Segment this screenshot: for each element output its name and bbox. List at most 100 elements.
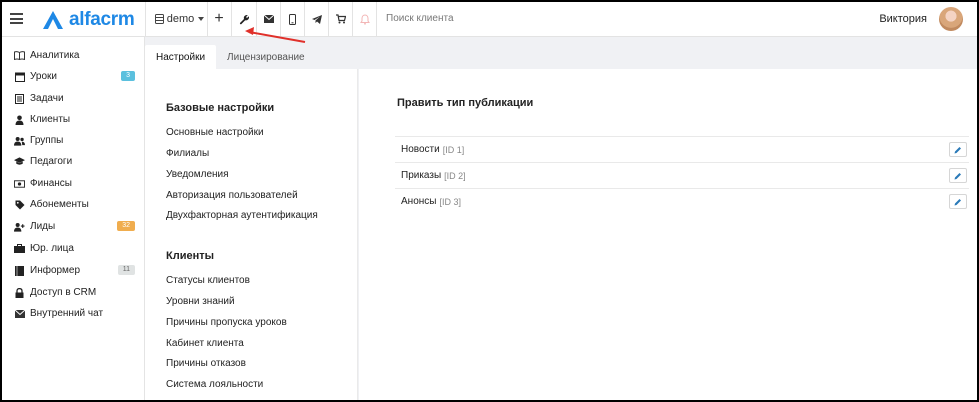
link-loyalty-system[interactable]: Система лояльности: [166, 379, 263, 390]
menu-icon[interactable]: [10, 13, 23, 24]
branch-name: demo: [166, 13, 195, 25]
link-two-factor-auth[interactable]: Двухфакторная аутентификация: [166, 210, 318, 221]
settings-button[interactable]: [232, 2, 256, 36]
sidebar-item-teachers[interactable]: Педагоги: [2, 151, 145, 172]
sidebar-item-informer[interactable]: Информер 11: [2, 260, 145, 281]
notifications-button[interactable]: [353, 2, 376, 36]
sidebar-item-label: Доступ в CRM: [30, 287, 97, 298]
briefcase-icon: [14, 243, 25, 254]
main-content: Настройки Лицензирование Базовые настрой…: [145, 37, 977, 400]
sidebar-item-label: Аналитика: [30, 50, 80, 61]
tab-settings[interactable]: Настройки: [145, 45, 217, 69]
tab-licensing[interactable]: Лицензирование: [216, 45, 316, 69]
sidebar-item-label: Уроки: [30, 71, 57, 82]
alfa-logo-icon: [43, 11, 63, 29]
link-client-statuses[interactable]: Статусы клиентов: [166, 275, 250, 286]
top-bar: alfacrm demo + Поиск клиента Виктория: [2, 2, 977, 37]
sidebar-item-label: Задачи: [30, 93, 64, 104]
telegram-button[interactable]: [305, 2, 328, 36]
pencil-icon: [954, 198, 961, 205]
settings-menu: Базовые настройки Основные настройки Фил…: [145, 69, 358, 400]
link-knowledge-levels[interactable]: Уровни знаний: [166, 296, 235, 307]
sidebar-item-legal-entities[interactable]: Юр. лица: [2, 238, 145, 259]
sms-button[interactable]: [281, 2, 304, 36]
sidebar-item-label: Информер: [30, 265, 81, 276]
sidebar-item-label: Клиенты: [30, 114, 71, 125]
client-search-input[interactable]: Поиск клиента: [386, 13, 454, 24]
sidebar-item-lessons[interactable]: Уроки 3: [2, 66, 145, 87]
edit-button[interactable]: [949, 142, 967, 157]
sidebar-item-label: Лиды: [30, 221, 56, 232]
link-general-settings[interactable]: Основные настройки: [166, 127, 264, 138]
sidebar-item-label: Внутренний чат: [30, 308, 104, 319]
sidebar-item-groups[interactable]: Группы: [2, 130, 145, 151]
edit-button[interactable]: [949, 168, 967, 183]
pencil-icon: [954, 172, 961, 179]
divider: [376, 2, 377, 36]
cart-button[interactable]: [329, 2, 352, 36]
sidebar-item-label: Группы: [30, 135, 64, 146]
divider: [145, 2, 146, 36]
settings-tabs: Настройки Лицензирование: [145, 45, 316, 69]
link-notifications[interactable]: Уведомления: [166, 169, 229, 180]
publication-type-name: Приказы: [401, 170, 442, 181]
app-window: alfacrm demo + Поиск клиента Виктория Ан…: [0, 0, 979, 402]
bell-icon: [359, 13, 370, 25]
users-icon: [14, 135, 25, 146]
editor-title: Править тип публикации: [397, 97, 534, 109]
add-button[interactable]: +: [208, 2, 230, 36]
envelope-icon: [14, 308, 25, 319]
sidebar-item-subscriptions[interactable]: Абонементы: [2, 194, 145, 215]
envelope-icon: [263, 15, 274, 23]
base-settings-heading: Базовые настройки: [166, 102, 275, 114]
table-row: Приказы [ID 2]: [395, 162, 969, 188]
link-absence-reasons[interactable]: Причины пропуска уроков: [166, 317, 287, 328]
book-icon: [14, 50, 25, 61]
sidebar-item-crm-access[interactable]: Доступ в CRM: [2, 282, 145, 303]
clients-heading: Клиенты: [166, 250, 215, 262]
sidebar-item-internal-chat[interactable]: Внутренний чат: [2, 303, 145, 324]
table-row: Новости [ID 1]: [395, 136, 969, 162]
pencil-icon: [954, 146, 961, 153]
telegram-icon: [311, 14, 322, 24]
sidebar-item-label: Абонементы: [30, 199, 89, 210]
sidebar-item-label: Педагоги: [30, 156, 73, 167]
publication-type-editor: Править тип публикации Новости [ID 1] Пр…: [359, 69, 977, 400]
mobile-icon: [289, 13, 296, 25]
edit-button[interactable]: [949, 194, 967, 209]
sidebar-item-finance[interactable]: Финансы: [2, 173, 145, 194]
calendar-icon: [14, 71, 25, 82]
publication-type-name: Анонсы: [401, 196, 437, 207]
branch-dropdown[interactable]: demo: [152, 2, 207, 36]
sidebar-item-tasks[interactable]: Задачи: [2, 88, 145, 109]
table-row: Анонсы [ID 3]: [395, 188, 969, 214]
publication-type-id: [ID 2]: [444, 170, 466, 181]
sidebar: Аналитика Уроки 3 Задачи Клиенты Группы …: [2, 37, 145, 400]
informer-count-badge: 11: [117, 265, 135, 275]
leads-count-badge: 32: [117, 221, 135, 231]
cart-icon: [335, 14, 346, 24]
lock-icon: [14, 287, 25, 298]
link-client-cabinet[interactable]: Кабинет клиента: [166, 338, 244, 349]
lessons-count-badge: 3: [121, 71, 135, 81]
money-icon: [14, 178, 25, 189]
link-user-authorization[interactable]: Авторизация пользователей: [166, 190, 298, 201]
sidebar-item-label: Финансы: [30, 178, 72, 189]
sidebar-item-label: Юр. лица: [30, 243, 74, 254]
wrench-icon: [239, 14, 249, 24]
brand-name: alfacrm: [69, 9, 135, 30]
graduation-cap-icon: [14, 156, 25, 167]
sidebar-item-clients[interactable]: Клиенты: [2, 109, 145, 130]
sidebar-item-analytics[interactable]: Аналитика: [2, 45, 145, 66]
link-refusal-reasons[interactable]: Причины отказов: [166, 358, 246, 369]
tasks-icon: [14, 93, 25, 104]
mail-button[interactable]: [257, 2, 280, 36]
link-branches[interactable]: Филиалы: [166, 148, 209, 159]
database-icon: [154, 14, 164, 24]
avatar[interactable]: [939, 7, 963, 31]
logo[interactable]: alfacrm: [42, 9, 135, 31]
user-plus-icon: [14, 221, 25, 232]
sidebar-item-leads[interactable]: Лиды 32: [2, 216, 145, 237]
user-icon: [14, 114, 25, 125]
user-name[interactable]: Виктория: [879, 13, 927, 25]
